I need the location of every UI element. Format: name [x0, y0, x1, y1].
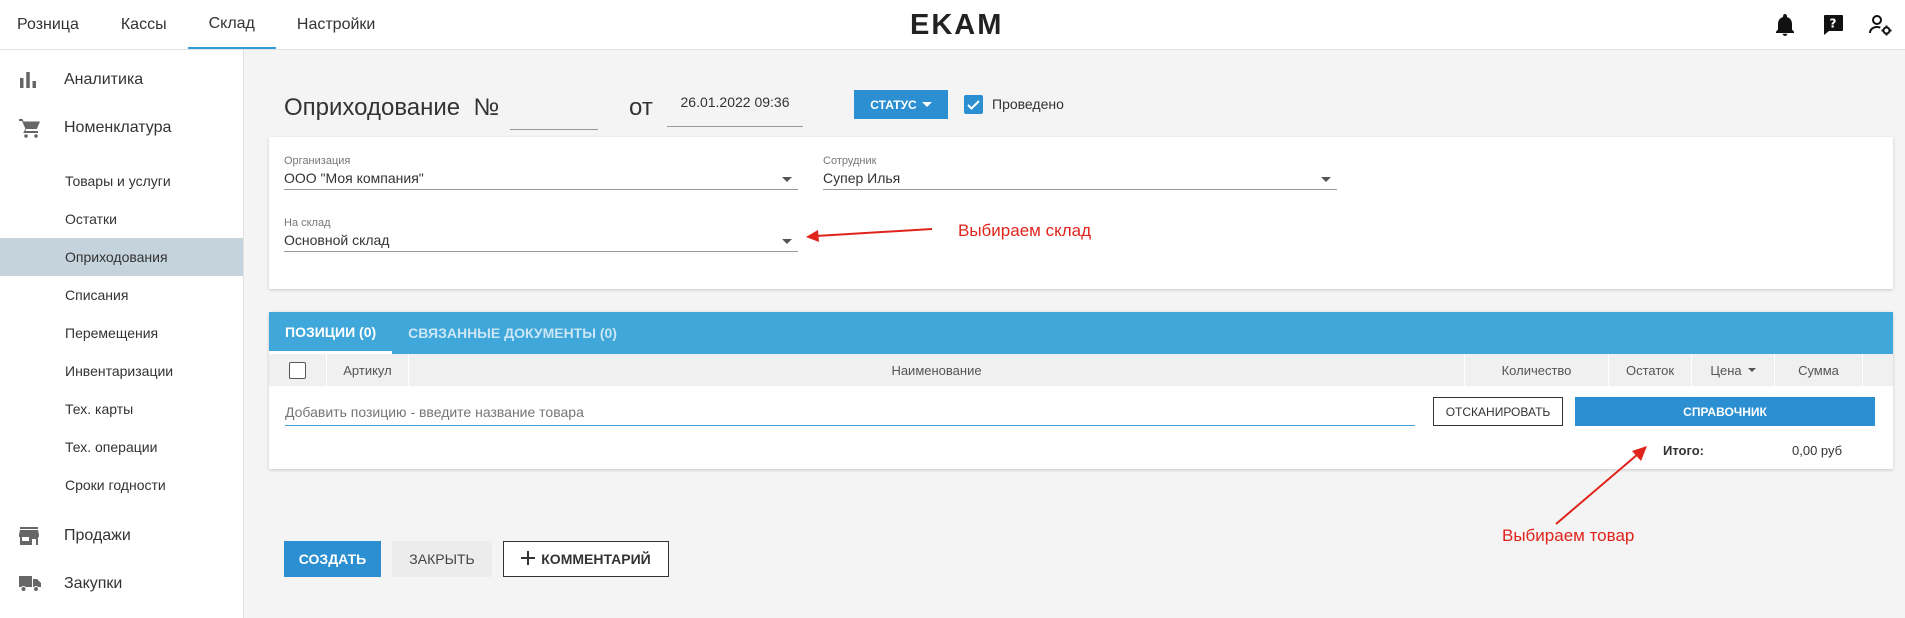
posted-label: Проведено — [992, 96, 1064, 112]
add-position-row: ОТСКАНИРОВАТЬ СПРАВОЧНИК — [269, 386, 1893, 431]
annotation-arrow-warehouse — [806, 228, 933, 242]
sidebar-group-analytics[interactable]: Аналитика — [0, 56, 243, 104]
dropdown-arrow-icon — [782, 177, 792, 182]
cart-icon — [0, 118, 64, 138]
add-comment-label: КОММЕНТАРИЙ — [541, 551, 651, 567]
document-number-input[interactable] — [510, 94, 598, 130]
employee-label: Сотрудник — [823, 155, 877, 167]
organization-label: Организация — [284, 155, 351, 167]
sidebar-item-expiry-dates[interactable]: Сроки годности — [0, 466, 243, 504]
column-price[interactable]: Цена — [1692, 354, 1775, 386]
sidebar-item-write-offs[interactable]: Списания — [0, 276, 243, 314]
sidebar-group-label: Номенклатура — [64, 119, 172, 136]
plus-icon — [521, 550, 536, 568]
tab-settings[interactable]: Настройки — [276, 0, 396, 49]
truck-icon — [0, 576, 64, 592]
status-dropdown-button[interactable]: СТАТУС — [854, 90, 948, 119]
sidebar-group-purchases[interactable]: Закупки — [0, 560, 243, 608]
from-label: от — [629, 94, 653, 121]
positions-table-header: Артикул Наименование Количество Остаток … — [269, 354, 1893, 386]
tab-linked-documents[interactable]: СВЯЗАННЫЕ ДОКУМЕНТЫ (0) — [392, 312, 633, 354]
sidebar-item-inventories[interactable]: Инвентаризации — [0, 352, 243, 390]
bottom-actions: СОЗДАТЬ ЗАКРЫТЬ КОММЕНТАРИЙ — [284, 541, 669, 577]
notifications-icon[interactable] — [1761, 0, 1809, 49]
annotation-product: Выбираем товар — [1502, 526, 1635, 545]
create-button[interactable]: СОЗДАТЬ — [284, 541, 381, 577]
svg-text:?: ? — [1830, 16, 1837, 30]
warehouse-value: Основной склад — [284, 232, 390, 248]
tab-cash-registers[interactable]: Кассы — [100, 0, 188, 49]
top-navigation: Розница Кассы Склад Настройки EKAM ? — [0, 0, 1905, 50]
bar-chart-icon — [0, 72, 64, 88]
tab-retail[interactable]: Розница — [0, 0, 100, 49]
annotation-warehouse: Выбираем склад — [958, 221, 1091, 240]
dropdown-arrow-icon — [782, 239, 792, 244]
document-fields-card: Организация ООО "Моя компания" Сотрудник… — [269, 137, 1893, 289]
total-label: Итого: — [1663, 443, 1704, 458]
employee-field[interactable]: Сотрудник Супер Илья — [823, 155, 1337, 190]
sidebar-item-transfers[interactable]: Перемещения — [0, 314, 243, 352]
annotation-arrow-product — [1555, 446, 1647, 525]
document-header: Оприходование № от СТАТУС Проведено — [284, 80, 1784, 130]
organization-value: ООО "Моя компания" — [284, 170, 424, 186]
positions-tabs: ПОЗИЦИИ (0) СВЯЗАННЫЕ ДОКУМЕНТЫ (0) — [269, 312, 1893, 354]
employee-select[interactable]: Супер Илья — [823, 170, 1337, 190]
sidebar-group-label: Аналитика — [64, 71, 144, 88]
top-tabs: Розница Кассы Склад Настройки — [0, 0, 396, 49]
posted-checkbox[interactable] — [964, 95, 983, 114]
sidebar-item-stock[interactable]: Остатки — [0, 200, 243, 238]
add-position-input[interactable] — [285, 398, 1415, 426]
tab-warehouse[interactable]: Склад — [187, 0, 276, 49]
column-name[interactable]: Наименование — [409, 354, 1465, 386]
top-icons: ? — [1761, 0, 1905, 49]
column-quantity[interactable]: Количество — [1465, 354, 1609, 386]
organization-select[interactable]: ООО "Моя компания" — [284, 170, 798, 190]
organization-field[interactable]: Организация ООО "Моя компания" — [284, 155, 798, 190]
main-content: Оприходование № от СТАТУС Проведено Орга… — [245, 50, 1905, 618]
sidebar-group-label: Продажи — [64, 527, 131, 544]
logo-text: EKAM — [910, 9, 1004, 41]
sidebar-group-nomenclature[interactable]: Номенклатура — [0, 104, 243, 152]
sidebar: Аналитика Номенклатура Товары и услуги О… — [0, 50, 244, 618]
warehouse-label: На склад — [284, 217, 331, 229]
column-price-label: Цена — [1710, 362, 1742, 378]
user-settings-icon[interactable] — [1857, 0, 1905, 49]
checkmark-icon — [967, 99, 980, 110]
page-title: Оприходование № — [284, 94, 500, 121]
sidebar-item-tech-operations[interactable]: Тех. операции — [0, 428, 243, 466]
logo[interactable]: EKAM — [910, 9, 1003, 42]
column-sum[interactable]: Сумма — [1775, 354, 1863, 386]
scan-button[interactable]: ОТСКАНИРОВАТЬ — [1433, 397, 1563, 426]
sidebar-group-sales[interactable]: Продажи — [0, 512, 243, 560]
close-button[interactable]: ЗАКРЫТЬ — [392, 541, 492, 577]
tab-positions[interactable]: ПОЗИЦИИ (0) — [269, 312, 393, 354]
sidebar-group-label: Закупки — [64, 575, 123, 592]
select-all-checkbox[interactable] — [289, 361, 306, 379]
document-date-input[interactable] — [667, 91, 803, 127]
warehouse-select[interactable]: Основной склад — [284, 232, 798, 252]
help-icon[interactable]: ? — [1809, 0, 1857, 49]
reference-button[interactable]: СПРАВОЧНИК — [1575, 397, 1875, 426]
sort-down-icon — [1747, 368, 1756, 372]
add-comment-button[interactable]: КОММЕНТАРИЙ — [503, 541, 669, 577]
dropdown-arrow-icon — [1321, 177, 1331, 182]
caret-down-icon — [921, 102, 932, 107]
employee-value: Супер Илья — [823, 170, 901, 186]
sidebar-item-tech-cards[interactable]: Тех. карты — [0, 390, 243, 428]
status-label: СТАТУС — [870, 97, 917, 112]
sidebar-item-receipts[interactable]: Оприходования — [0, 238, 243, 276]
column-stock[interactable]: Остаток — [1609, 354, 1692, 386]
select-all-checkbox-cell — [269, 354, 327, 386]
column-article[interactable]: Артикул — [327, 354, 409, 386]
sidebar-item-goods[interactable]: Товары и услуги — [0, 162, 243, 200]
total-value: 0,00 руб — [1792, 443, 1843, 458]
store-icon — [0, 527, 64, 545]
warehouse-field[interactable]: На склад Основной склад — [284, 217, 798, 252]
